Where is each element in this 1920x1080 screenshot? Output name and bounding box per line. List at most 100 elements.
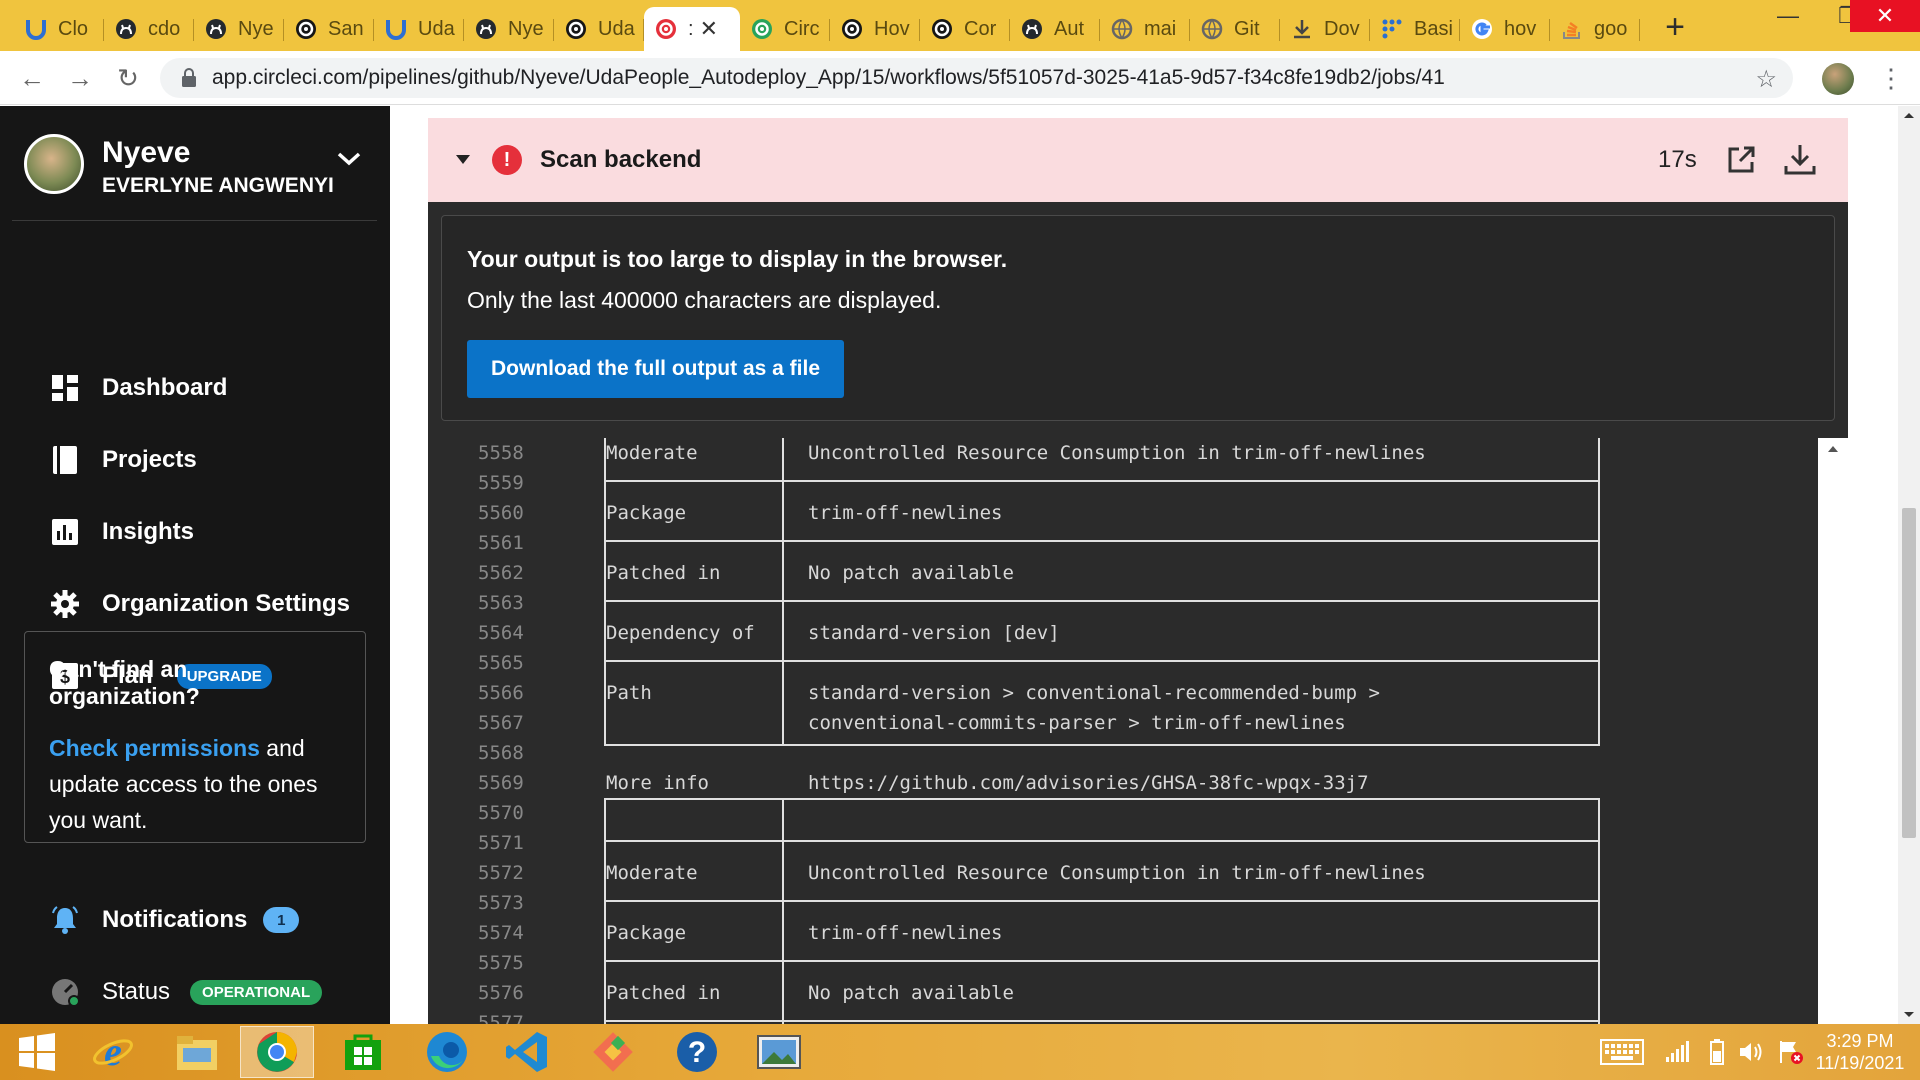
tab-label: mai [1144,17,1177,40]
log-cell-value: https://github.com/advisories/GHSA-38fc-… [808,772,1369,794]
download-icon[interactable] [1783,142,1817,176]
sidebar-item-notifications[interactable]: Notifications 1 [50,902,300,938]
address-bar[interactable]: app.circleci.com/pipelines/github/Nyeve/… [160,58,1793,98]
scroll-up-arrow-icon[interactable] [1818,438,1848,458]
system-tray [1600,1024,1804,1080]
profile-avatar[interactable] [1822,63,1854,95]
forward-button[interactable]: → [64,63,96,94]
gear-icon [50,589,80,619]
tab-label: Nye [238,17,274,40]
tab-active[interactable]: : ✕ [644,7,740,51]
log-cell-value: Uncontrolled Resource Consumption in tri… [808,442,1426,464]
clock-time: 3:29 PM [1826,1031,1894,1051]
sidebar-item-status[interactable]: Status OPERATIONAL [50,974,323,1010]
notice-title: Your output is too large to display in t… [467,246,1008,272]
browser-tab[interactable]: Clo [14,7,104,51]
line-number: 5571 [478,832,524,854]
log-cell-key: Patched in [606,562,721,584]
sidebar-item-insights[interactable]: Insights [50,514,194,550]
new-tab-button[interactable]: + [1655,8,1695,47]
menu-kebab-icon[interactable]: ⋮ [1878,63,1904,94]
browser-tab[interactable]: hov [1460,7,1550,51]
minimize-button[interactable]: — [1758,0,1818,32]
battery-icon[interactable] [1710,1039,1724,1065]
log-line: 5565 [428,648,1818,678]
browser-tab[interactable]: Uda [374,7,464,51]
tab-list: Clo cdo Nye San Uda Nye Uda: ✕ Circ Hov Cor Aut mai G… [14,4,1640,51]
browser-tab[interactable]: goo [1550,7,1640,51]
open-in-new-window-icon[interactable] [1726,145,1756,175]
edge-icon[interactable] [410,1026,484,1078]
error-status-icon: ! [492,145,522,175]
log-cell-key: More info [606,772,709,794]
org-help-box: Can't find an organization? Check permis… [24,631,366,843]
status-badge: OPERATIONAL [190,979,323,1005]
store-icon[interactable] [326,1026,400,1078]
svg-text:e: e [104,1030,122,1074]
browser-tab[interactable]: Uda [554,7,644,51]
check-permissions-link[interactable]: Check permissions [49,735,260,761]
chrome-icon[interactable] [240,1026,314,1078]
download-full-output-button[interactable]: Download the full output as a file [467,340,844,398]
job-step-header[interactable]: ! Scan backend 17s [428,118,1848,202]
file-explorer-icon[interactable] [160,1026,234,1078]
windows-start-icon[interactable] [0,1026,74,1078]
log-cell-value: trim-off-newlines [808,922,1003,944]
log-line: 5577 [428,1008,1818,1024]
browser-tab[interactable]: Circ [740,7,830,51]
svg-text:?: ? [688,1036,706,1069]
log-line: 5559 [428,468,1818,498]
help-icon[interactable]: ? [660,1026,734,1078]
volume-icon[interactable] [1738,1040,1764,1064]
browser-tab[interactable]: cdo [104,7,194,51]
log-scrollbar[interactable] [1818,438,1848,1024]
browser-tab[interactable]: Nye [464,7,554,51]
user-switcher[interactable]: Nyeve EVERLYNE ANGWENYI [24,134,384,200]
keyboard-icon[interactable] [1600,1039,1644,1065]
back-button[interactable]: ← [16,63,48,94]
browser-tab[interactable]: Git [1190,7,1280,51]
clock-date: 11/19/2021 [1815,1053,1905,1073]
taskbar-clock[interactable]: 3:29 PM 11/19/2021 [1800,1030,1920,1074]
git-icon[interactable] [576,1026,650,1078]
photos-icon[interactable] [742,1026,816,1078]
scrollbar-thumb[interactable] [1902,508,1916,838]
org-help-text: Check permissions and update access to t… [49,730,341,838]
browser-tab[interactable]: Aut [1010,7,1100,51]
internet-explorer-icon[interactable]: e [76,1026,150,1078]
sidebar-item-dashboard[interactable]: Dashboard [50,370,227,406]
sidebar-item-label: Notifications [102,906,248,933]
log-line: 5569 More info https://github.com/advisori… [428,768,1818,798]
log-cell-value: standard-version [dev] [808,622,1060,644]
bookmark-star-icon[interactable]: ☆ [1755,65,1777,94]
tab-label: : [688,17,694,40]
browser-tab[interactable]: Hov [830,7,920,51]
scroll-down-arrow-icon[interactable] [1898,1004,1920,1024]
sidebar-item-organization-settings[interactable]: Organization Settings [50,586,350,622]
log-cell-value: trim-off-newlines [808,502,1003,524]
line-number: 5572 [478,862,524,884]
log-cell-key: Package [606,502,687,524]
browser-tab[interactable]: Nye [194,7,284,51]
scroll-up-arrow-icon[interactable] [1898,106,1920,126]
tab-label: Aut [1054,17,1085,40]
browser-tab[interactable]: Cor [920,7,1010,51]
caret-down-icon[interactable] [456,155,470,165]
sidebar-item-projects[interactable]: Projects [50,442,197,478]
browser-tab[interactable]: Basi [1370,7,1460,51]
vscode-icon[interactable] [490,1026,564,1078]
log-line: 5560 Package trim-off-newlines [428,498,1818,528]
browser-tab[interactable]: Dov [1280,7,1370,51]
reload-button[interactable]: ↻ [112,63,144,94]
browser-tab[interactable]: San [284,7,374,51]
close-tab-icon[interactable]: ✕ [700,16,718,42]
browser-tab[interactable]: mai [1100,7,1190,51]
signal-icon[interactable] [1666,1041,1690,1063]
tab-label: Uda [598,17,635,40]
close-window-button[interactable]: ✕ [1850,0,1920,32]
page-scrollbar[interactable] [1898,106,1920,1024]
tab-label: Cor [964,17,997,40]
tab-label: Hov [874,17,910,40]
log-cell-key: Dependency of [606,622,755,644]
globe-icon [1200,17,1224,41]
